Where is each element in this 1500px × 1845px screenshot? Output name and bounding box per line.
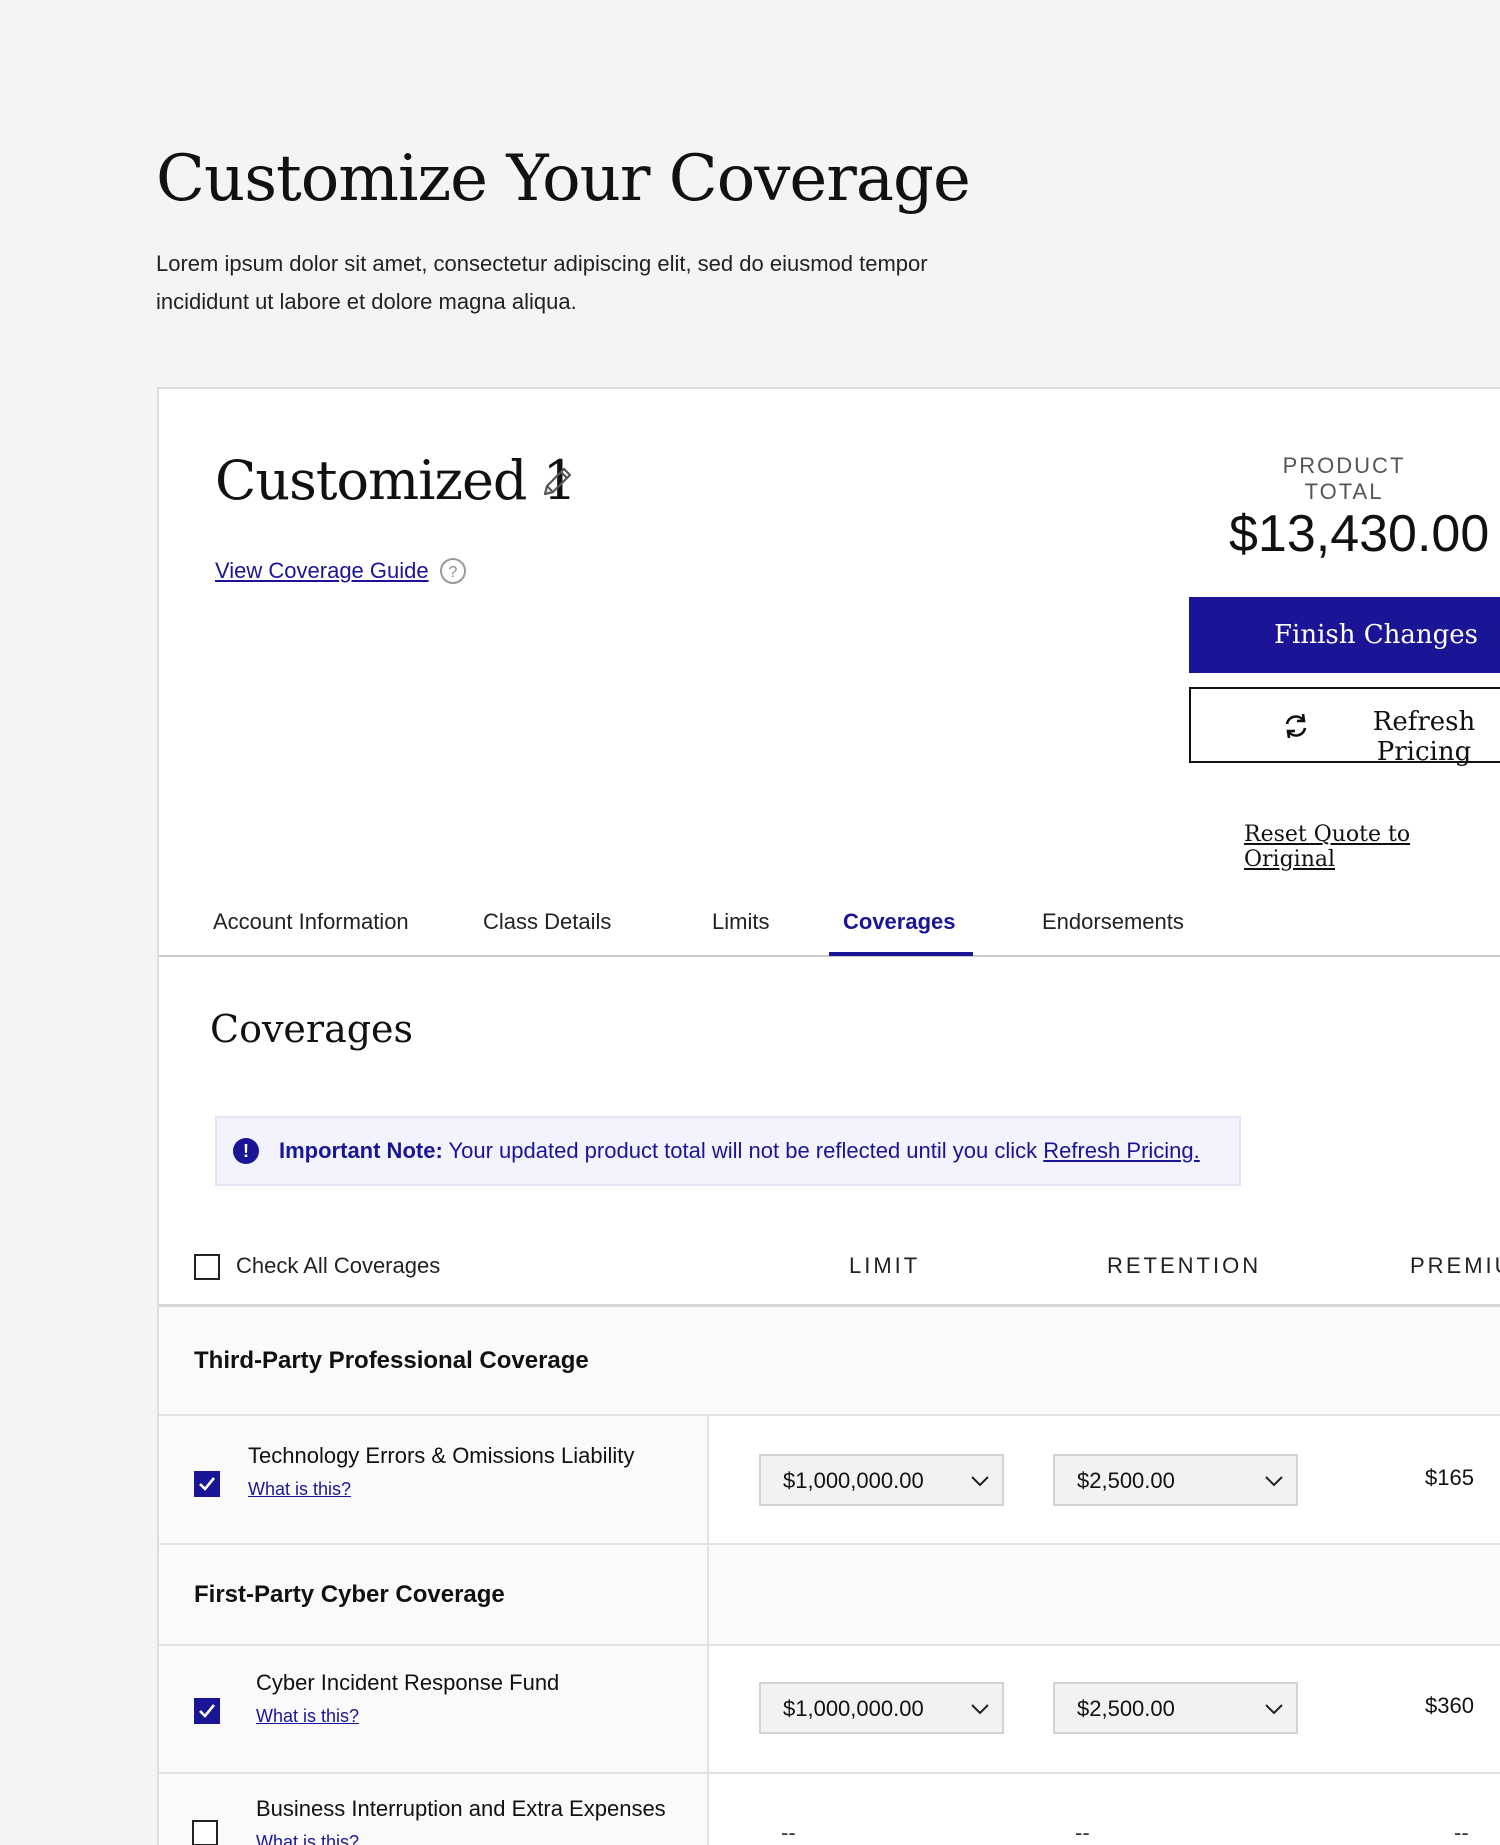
coverage-checkbox[interactable] (194, 1698, 220, 1724)
retention-select[interactable]: $2,500.00 (1053, 1682, 1298, 1734)
what-is-this-link[interactable]: What is this? (256, 1706, 359, 1727)
product-total-value: $13,430.00 (1229, 505, 1490, 563)
reset-quote-link[interactable]: Reset Quote to Original (1244, 822, 1500, 872)
page-description: Lorem ipsum dolor sit amet, consectetur … (156, 251, 928, 314)
retention-select[interactable]: $2,500.00 (1053, 1454, 1298, 1506)
chevron-down-icon (971, 1476, 989, 1487)
premium-value: $165 (1425, 1465, 1474, 1490)
premium-value: -- (1454, 1820, 1469, 1845)
note-bold: Important Note: (279, 1138, 443, 1163)
help-circle-icon[interactable]: ? (440, 558, 466, 584)
refresh-pricing-label: Refresh Pricing (1372, 707, 1476, 767)
chevron-down-icon (1265, 1704, 1283, 1715)
limit-select[interactable]: $1,000,000.00 (759, 1454, 1004, 1506)
check-icon (199, 1477, 216, 1491)
coverage-name: Business Interruption and Extra Expenses (256, 1796, 666, 1821)
coverage-checkbox[interactable] (192, 1820, 218, 1845)
important-note-banner: ! Important Note: Your updated product t… (215, 1116, 1241, 1186)
coverage-row-label-cell (159, 1416, 709, 1543)
note-text: Important Note: Your updated product tot… (279, 1138, 1200, 1164)
pencil-icon[interactable] (537, 462, 577, 502)
coverage-row: Technology Errors & Omissions Liability … (159, 1416, 1500, 1545)
retention-value: -- (1075, 1820, 1090, 1845)
limit-value: $1,000,000.00 (783, 1468, 924, 1493)
note-refresh-link[interactable]: Refresh Pricing. (1043, 1138, 1200, 1163)
check-icon (199, 1704, 216, 1718)
check-all-label: Check All Coverages (236, 1253, 441, 1278)
tab-bar: Account Information Class Details Limits… (159, 899, 1500, 957)
limit-select[interactable]: $1,000,000.00 (759, 1682, 1004, 1734)
limit-value: -- (781, 1820, 796, 1845)
retention-value: $2,500.00 (1077, 1468, 1175, 1493)
quote-name: Customized 1 (215, 449, 577, 512)
chevron-down-icon (1265, 1476, 1283, 1487)
check-all-checkbox[interactable] (194, 1254, 220, 1280)
info-icon: ! (233, 1138, 259, 1164)
page-title: Customize Your Coverage (156, 142, 971, 216)
premium-value: $360 (1425, 1693, 1474, 1718)
column-header-limit: LIMIT (849, 1253, 921, 1278)
retention-value: $2,500.00 (1077, 1696, 1175, 1721)
group-title: First-Party Cyber Coverage (194, 1581, 505, 1608)
tab-endorsements[interactable]: Endorsements (1042, 909, 1184, 935)
note-body: Your updated product total will not be r… (442, 1138, 1044, 1163)
group-title: Third-Party Professional Coverage (194, 1347, 589, 1374)
group-header: Third-Party Professional Coverage (159, 1307, 1500, 1416)
coverage-row: Cyber Incident Response Fund What is thi… (159, 1646, 1500, 1774)
coverage-name: Technology Errors & Omissions Liability (248, 1443, 635, 1468)
coverage-row-label-cell (159, 1646, 709, 1772)
column-header-retention: RETENTION (1107, 1253, 1262, 1278)
refresh-icon (1285, 713, 1307, 739)
tab-class-details[interactable]: Class Details (483, 909, 611, 935)
view-coverage-guide-link[interactable]: View Coverage Guide (215, 558, 429, 584)
limit-value: $1,000,000.00 (783, 1696, 924, 1721)
what-is-this-link[interactable]: What is this? (248, 1479, 351, 1500)
tab-limits[interactable]: Limits (712, 909, 769, 935)
coverage-row: Business Interruption and Extra Expenses… (159, 1774, 1500, 1845)
refresh-pricing-button[interactable]: Refresh Pricing (1189, 687, 1500, 767)
chevron-down-icon (971, 1704, 989, 1715)
coverage-name: Cyber Incident Response Fund (256, 1670, 560, 1695)
group-header: First-Party Cyber Coverage (159, 1545, 1500, 1646)
coverage-checkbox[interactable] (194, 1471, 220, 1497)
section-title: Coverages (210, 1007, 414, 1051)
what-is-this-link[interactable]: What is this? (256, 1832, 359, 1845)
column-header-premium: PREMIU (1410, 1253, 1500, 1278)
tab-account-information[interactable]: Account Information (213, 909, 409, 935)
column-divider (707, 1545, 709, 1644)
finish-changes-button[interactable]: Finish Changes (1189, 597, 1500, 673)
coverage-card: Customized 1 View Coverage Guide ? PRODU… (157, 387, 1500, 1845)
product-total-label: PRODUCT TOTAL (1282, 453, 1406, 504)
active-tab-indicator (829, 952, 973, 956)
tab-coverages[interactable]: Coverages (843, 909, 956, 935)
